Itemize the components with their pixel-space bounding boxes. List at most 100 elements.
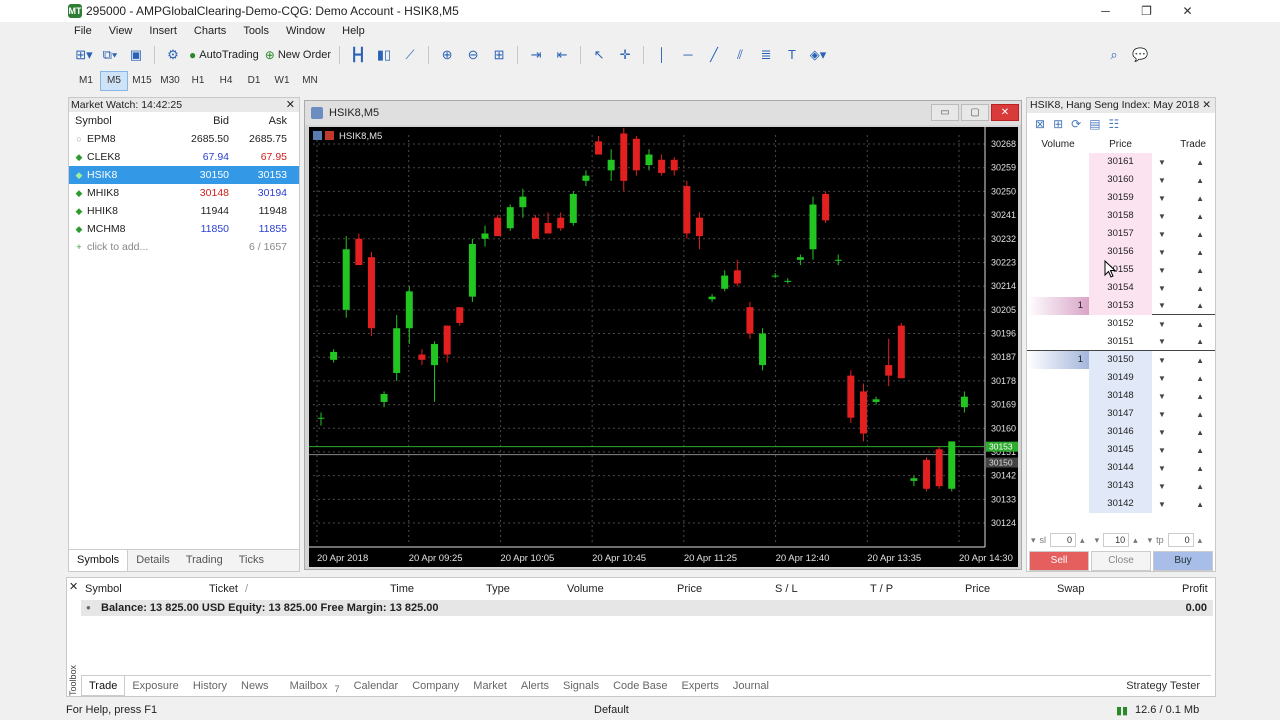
term-col-volume[interactable]: Volume	[567, 583, 604, 595]
dom-buy-chevron-icon[interactable]: ▲	[1172, 158, 1212, 167]
fibonacci-icon[interactable]: ≣	[754, 44, 778, 66]
vertical-line-icon[interactable]: │	[650, 44, 674, 66]
dom-buy-chevron-icon[interactable]: ▲	[1172, 176, 1212, 185]
dom-price-cell[interactable]: 30151	[1089, 333, 1152, 351]
zoom-in-icon[interactable]: ⊕	[435, 44, 459, 66]
trendline-icon[interactable]: ╱	[702, 44, 726, 66]
line-chart-icon[interactable]: ⟋	[398, 44, 422, 66]
menu-charts[interactable]: Charts	[186, 25, 235, 37]
market-watch-row[interactable]: ◆ MCHM8 11850 11855	[69, 220, 299, 238]
volume-down-icon[interactable]: ▾	[1095, 535, 1100, 546]
candlestick-chart[interactable]: 30268 30259 30250 30241 30232 30223 30214 30205…	[309, 127, 1018, 567]
term-col-type[interactable]: Type	[486, 583, 510, 595]
dom-price-cell[interactable]: 30158	[1089, 207, 1152, 225]
dom-buy-chevron-icon[interactable]: ▲	[1172, 356, 1212, 365]
sl-down-icon[interactable]: ▾	[1031, 535, 1036, 546]
column-symbol[interactable]: Symbol	[69, 115, 179, 127]
tp-up-icon[interactable]: ▴	[1198, 535, 1203, 546]
zoom-out-icon[interactable]: ⊖	[461, 44, 485, 66]
dom-price-cell[interactable]: 30143	[1089, 477, 1152, 495]
maximize-button[interactable]: ❐	[1126, 0, 1167, 22]
timeframe-m30[interactable]: M30	[156, 71, 184, 91]
dom-price-cell[interactable]: 30160	[1089, 171, 1152, 189]
tab-history[interactable]: History	[186, 676, 234, 696]
dom-sell-chevron-icon[interactable]: ▼	[1152, 158, 1172, 167]
dom-sell-chevron-icon[interactable]: ▼	[1152, 500, 1172, 509]
tab-trading[interactable]: Trading	[178, 550, 231, 571]
dom-row[interactable]: 30147 ▼ ▲	[1027, 405, 1215, 423]
dom-sell-chevron-icon[interactable]: ▼	[1152, 176, 1172, 185]
terminal-close-icon[interactable]: ✕	[69, 580, 78, 593]
tp-input[interactable]: 0	[1167, 533, 1194, 547]
column-bid[interactable]: Bid	[179, 115, 235, 127]
tab-ticks[interactable]: Ticks	[231, 550, 272, 571]
dom-row[interactable]: 30148 ▼ ▲	[1027, 387, 1215, 405]
dom-buy-chevron-icon[interactable]: ▲	[1172, 266, 1212, 275]
sl-input[interactable]: 0	[1050, 533, 1077, 547]
term-col-ticket[interactable]: Ticket	[209, 583, 238, 595]
tab-details[interactable]: Details	[128, 550, 178, 571]
dom-buy-chevron-icon[interactable]: ▲	[1172, 464, 1212, 473]
menu-file[interactable]: File	[66, 25, 101, 37]
dom-sell-chevron-icon[interactable]: ▼	[1152, 248, 1172, 257]
profiles-icon[interactable]: ⧉▾	[98, 44, 122, 66]
dom-row[interactable]: 30158 ▼ ▲	[1027, 207, 1215, 225]
tab-trade[interactable]: Trade	[81, 676, 126, 696]
dom-settings-icon[interactable]: ☷	[1109, 117, 1120, 131]
tab-exposure[interactable]: Exposure	[125, 676, 185, 696]
channel-icon[interactable]: ⫽	[728, 44, 752, 66]
dom-price-cell[interactable]: 30152	[1089, 315, 1152, 333]
timeframe-w1[interactable]: W1	[268, 71, 296, 91]
candlestick-icon[interactable]: ▮▯	[372, 44, 396, 66]
dom-price-cell[interactable]: 30161	[1089, 153, 1152, 171]
dom-close-icon[interactable]: ✕	[1202, 98, 1211, 113]
dom-buy-chevron-icon[interactable]: ▲	[1172, 212, 1212, 221]
tab-code-base[interactable]: Code Base	[606, 676, 674, 696]
market-watch-row[interactable]: ○ EPM8 2685.50 2685.75	[69, 130, 299, 148]
tab-company[interactable]: Company	[405, 676, 466, 696]
text-icon[interactable]: T	[780, 44, 804, 66]
dom-row[interactable]: 30151 ▼ ▲	[1027, 333, 1215, 351]
autotrading-button[interactable]: ● AutoTrading	[187, 44, 261, 66]
status-profile[interactable]: Default	[594, 704, 629, 716]
dom-sell-chevron-icon[interactable]: ▼	[1152, 212, 1172, 221]
dom-buy-chevron-icon[interactable]: ▲	[1172, 500, 1212, 509]
dom-row[interactable]: 30142 ▼ ▲	[1027, 495, 1215, 513]
timeframe-mn[interactable]: MN	[296, 71, 324, 91]
tab-signals[interactable]: Signals	[556, 676, 606, 696]
term-col-tp[interactable]: T / P	[870, 583, 893, 595]
chart-minimize-button[interactable]: ▭	[931, 104, 959, 121]
term-col-swap[interactable]: Swap	[1057, 583, 1085, 595]
timeframe-m5[interactable]: M5	[100, 71, 128, 91]
navigator-icon[interactable]: ▣	[124, 44, 148, 66]
tab-market[interactable]: Market	[466, 676, 514, 696]
shapes-icon[interactable]: ◈▾	[806, 44, 830, 66]
dom-price-cell[interactable]: 30150	[1089, 351, 1152, 369]
crosshair-icon[interactable]: ✛	[613, 44, 637, 66]
tab-journal[interactable]: Journal	[726, 676, 776, 696]
tp-down-icon[interactable]: ▾	[1148, 535, 1153, 546]
term-col-time[interactable]: Time	[390, 583, 414, 595]
dom-sell-chevron-icon[interactable]: ▼	[1152, 337, 1172, 346]
dom-price-cell[interactable]: 30142	[1089, 495, 1152, 513]
dom-grid-icon[interactable]: ⊞	[1053, 117, 1063, 131]
chart-close-button[interactable]: ✕	[991, 104, 1019, 121]
dom-row[interactable]: 30146 ▼ ▲	[1027, 423, 1215, 441]
market-watch-row[interactable]: ◆ HSIK8 30150 30153	[69, 166, 299, 184]
menu-tools[interactable]: Tools	[235, 25, 278, 37]
dom-sell-chevron-icon[interactable]: ▼	[1152, 428, 1172, 437]
dom-row[interactable]: 1 30150 ▼ ▲	[1027, 351, 1215, 369]
dom-sell-chevron-icon[interactable]: ▼	[1152, 464, 1172, 473]
dom-price-cell[interactable]: 30146	[1089, 423, 1152, 441]
buy-button[interactable]: Buy	[1153, 551, 1213, 571]
dom-chart-icon[interactable]: ⊠	[1035, 117, 1045, 131]
term-col-symbol[interactable]: Symbol	[85, 583, 122, 595]
dom-row[interactable]: 30160 ▼ ▲	[1027, 171, 1215, 189]
dom-row[interactable]: 30156 ▼ ▲	[1027, 243, 1215, 261]
dom-sell-chevron-icon[interactable]: ▼	[1152, 482, 1172, 491]
dom-price-cell[interactable]: 30159	[1089, 189, 1152, 207]
timeframe-d1[interactable]: D1	[240, 71, 268, 91]
dom-buy-chevron-icon[interactable]: ▲	[1172, 482, 1212, 491]
timeframe-m1[interactable]: M1	[72, 71, 100, 91]
dom-sell-chevron-icon[interactable]: ▼	[1152, 392, 1172, 401]
